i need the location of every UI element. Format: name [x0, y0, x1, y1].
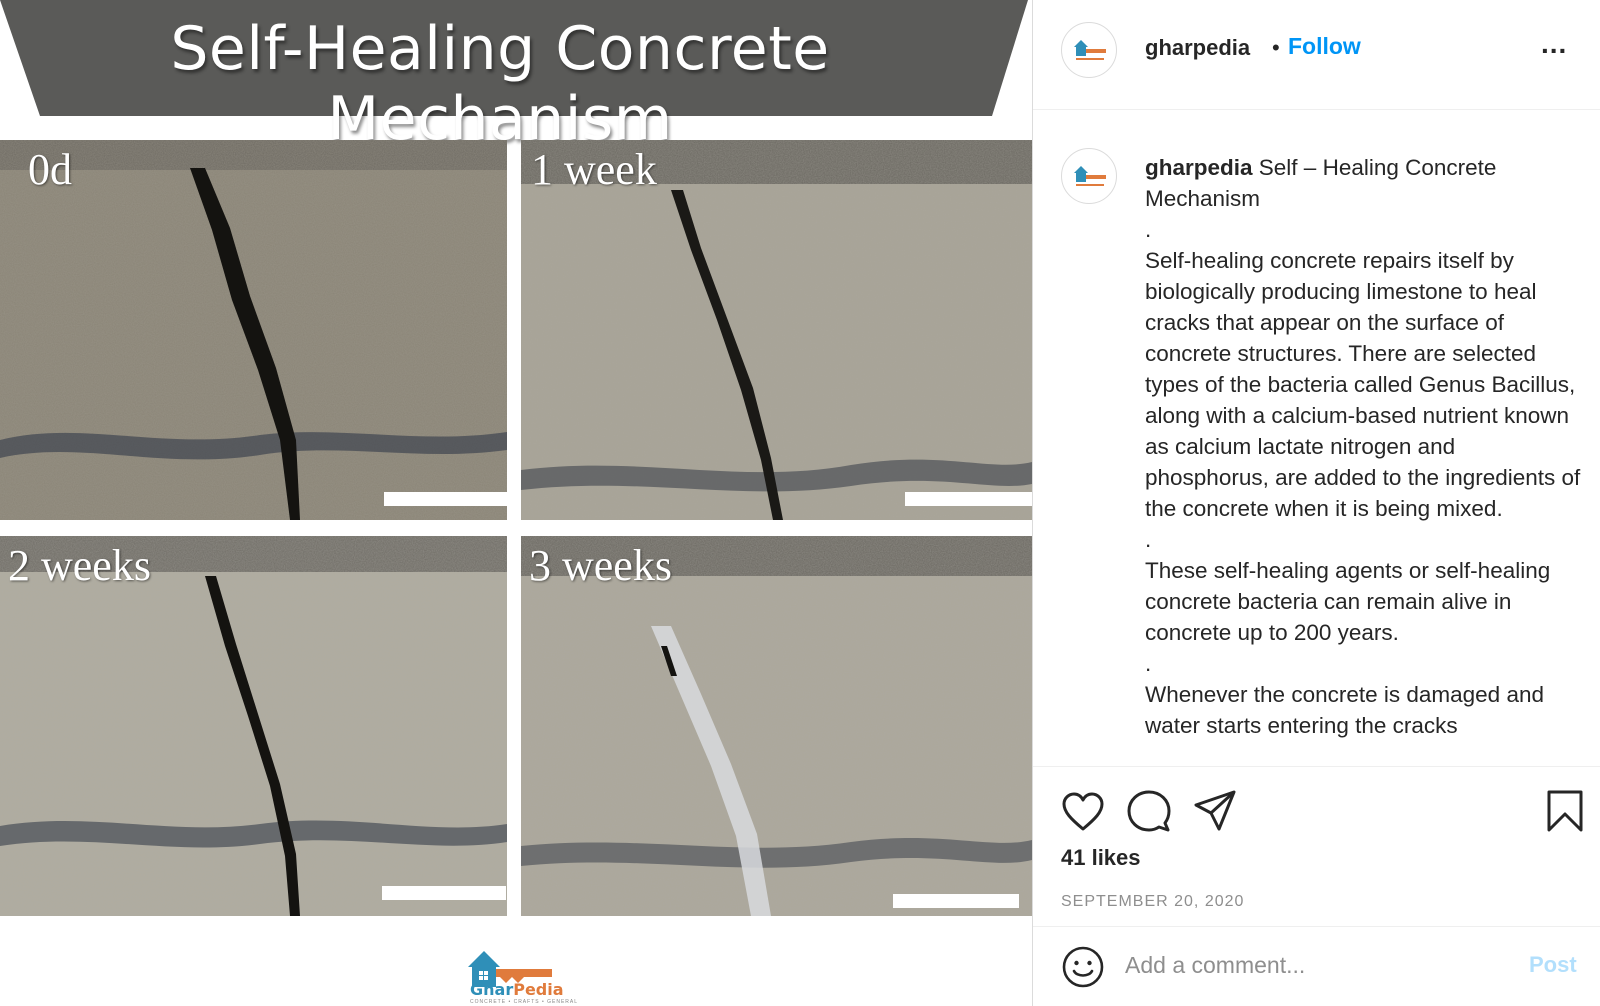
post-image[interactable]: Self-Healing Concrete Mechanism 0d 1 wee…	[0, 0, 1032, 1006]
post-header: gharpedia • Follow ...	[1033, 0, 1600, 110]
caption-scroll-area[interactable]: gharpedia Self – Healing Concrete Mechan…	[1033, 110, 1600, 766]
photo-panel-0d: 0d	[0, 140, 507, 520]
heart-icon[interactable]	[1061, 791, 1105, 833]
panel-label: 0d	[28, 145, 72, 194]
photo-panel-2-weeks: 2 weeks	[0, 536, 507, 916]
photo-panel-1-week: 1 week	[521, 140, 1032, 520]
caption-username[interactable]: gharpedia	[1145, 155, 1253, 180]
follow-button[interactable]: Follow	[1288, 33, 1361, 60]
comment-bar: Post	[1033, 926, 1600, 1006]
logo-wordmark: GharPedia	[470, 980, 564, 999]
panel-label: 1 week	[531, 145, 657, 194]
likes-count[interactable]: 41 likes	[1061, 845, 1141, 871]
action-bar: 41 likes SEPTEMBER 20, 2020	[1033, 766, 1600, 926]
separator-dot: •	[1272, 35, 1280, 60]
image-title: Self-Healing Concrete Mechanism	[170, 14, 830, 154]
logo-subtitle: CONCRETE • CRAFTS • GENERAL	[470, 999, 579, 1005]
photo-panel-3-weeks: 3 weeks	[521, 536, 1032, 916]
post-caption: gharpedia Self – Healing Concrete Mechan…	[1145, 152, 1585, 741]
scale-bar	[382, 886, 506, 900]
scale-bar	[893, 894, 1019, 908]
share-icon[interactable]	[1193, 789, 1237, 833]
comment-icon[interactable]	[1127, 789, 1171, 833]
caption-text: Self – Healing Concrete Mechanism . Self…	[1145, 155, 1581, 738]
post-date[interactable]: SEPTEMBER 20, 2020	[1061, 893, 1244, 911]
caption-avatar[interactable]	[1061, 148, 1117, 204]
emoji-icon[interactable]	[1061, 945, 1105, 989]
more-options-icon[interactable]: ...	[1541, 28, 1567, 60]
title-banner: Self-Healing Concrete Mechanism	[0, 0, 1032, 154]
scale-bar	[905, 492, 1032, 506]
bookmark-icon[interactable]	[1545, 789, 1585, 833]
post-sidebar: gharpedia • Follow ... gharpedia Self – …	[1032, 0, 1600, 1006]
panel-label: 2 weeks	[8, 541, 151, 590]
comment-input[interactable]	[1125, 943, 1495, 987]
avatar[interactable]	[1061, 22, 1117, 78]
post-button[interactable]: Post	[1529, 952, 1577, 978]
header-username[interactable]: gharpedia	[1145, 35, 1250, 61]
scale-bar	[384, 492, 507, 506]
panel-label: 3 weeks	[529, 541, 672, 590]
